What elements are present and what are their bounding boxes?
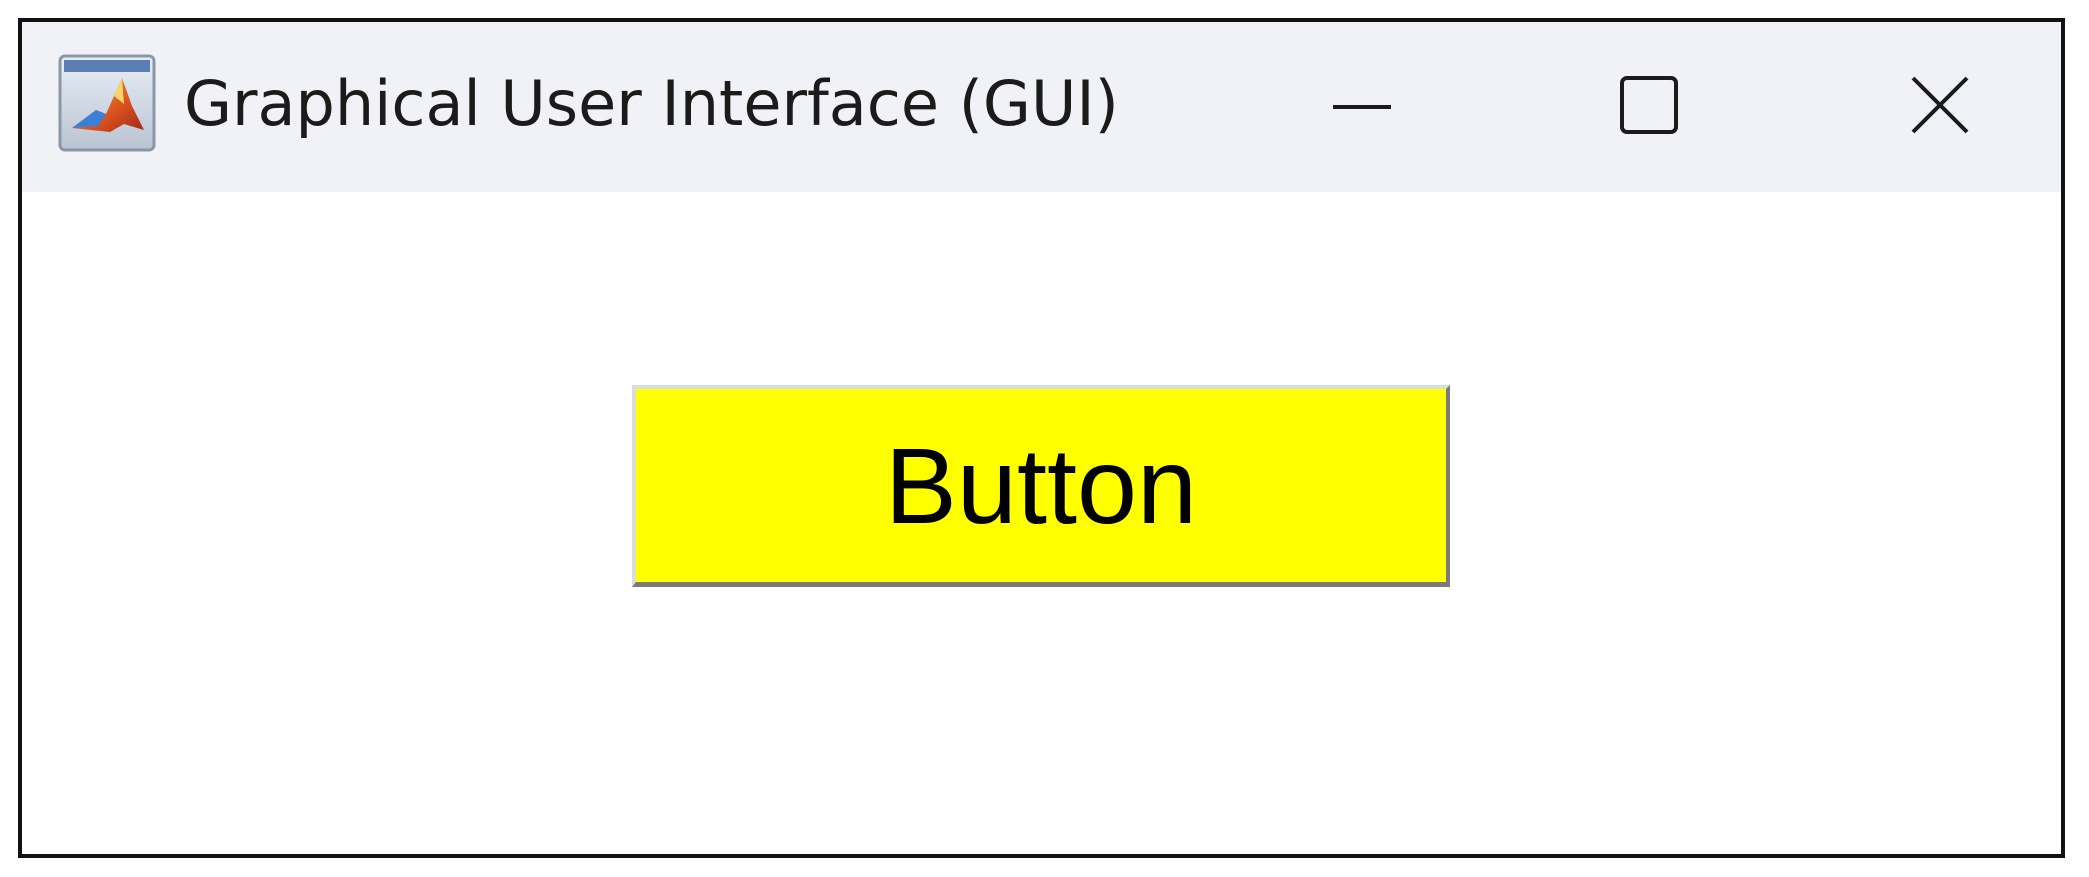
push-button[interactable]: Button <box>632 385 1450 587</box>
minimize-icon <box>1327 70 1397 145</box>
close-icon <box>1905 70 1975 145</box>
maximize-button[interactable] <box>1589 52 1709 162</box>
app-window: Graphical User Interface (GUI) Button <box>18 18 2065 858</box>
maximize-icon <box>1614 70 1684 145</box>
matlab-logo-icon <box>58 54 156 152</box>
close-button[interactable] <box>1880 52 2000 162</box>
minimize-button[interactable] <box>1302 52 1422 162</box>
figure-content: Button <box>22 192 2061 854</box>
window-title: Graphical User Interface (GUI) <box>184 67 1119 140</box>
title-bar[interactable]: Graphical User Interface (GUI) <box>22 22 2061 192</box>
